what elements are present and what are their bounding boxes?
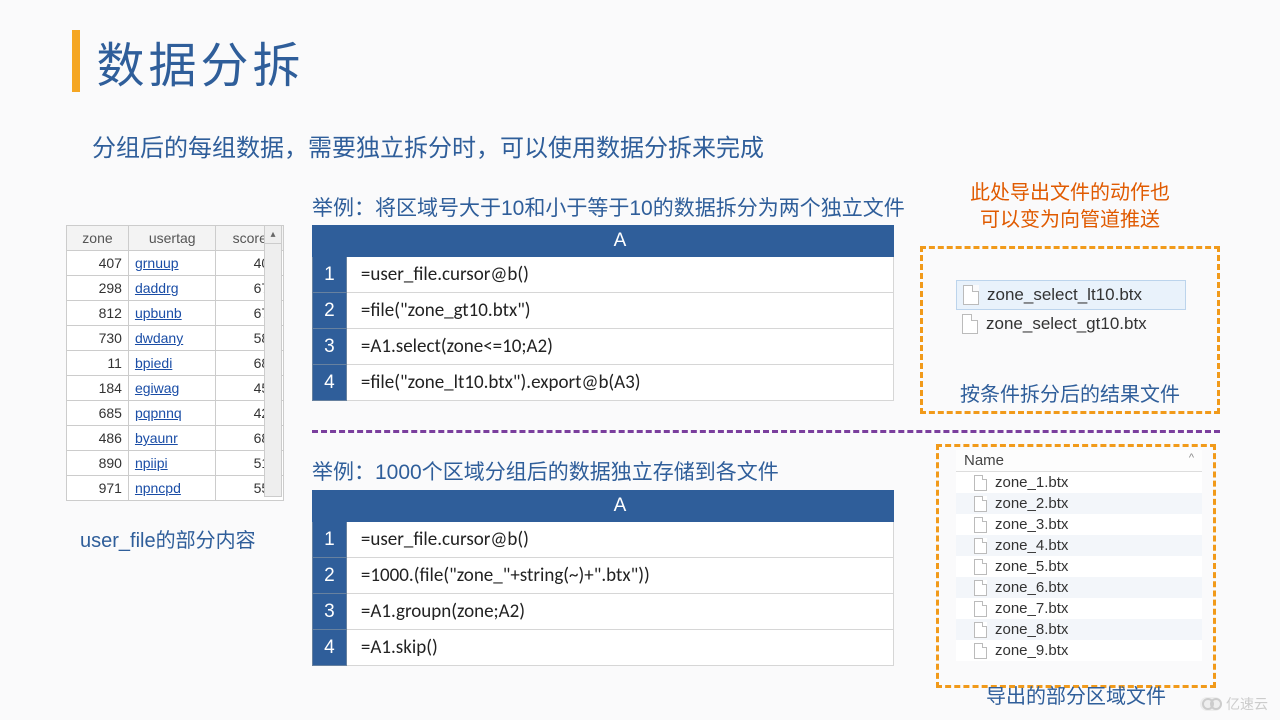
code-cell: =1000.(file("zone_"+string(~)+".btx")): [346, 558, 893, 594]
slide-title: 数据分拆: [72, 26, 304, 96]
col-usertag: usertag: [128, 226, 216, 251]
code-cell: =user_file.cursor@b(): [346, 522, 893, 558]
zone-select-files: zone_select_lt10.btx zone_select_gt10.bt…: [956, 280, 1186, 338]
scroll-up-icon[interactable]: ▴: [265, 226, 281, 244]
file-icon: [974, 538, 987, 554]
exported-files-list: Name^ zone_1.btx zone_2.btx zone_3.btx z…: [956, 450, 1202, 661]
code-col-header: A: [346, 226, 893, 257]
list-item[interactable]: zone_7.btx: [956, 598, 1202, 619]
scrollbar[interactable]: ▴: [264, 225, 282, 497]
list-item[interactable]: zone_5.btx: [956, 556, 1202, 577]
code-col-header: A: [346, 491, 893, 522]
file-item[interactable]: zone_select_lt10.btx: [956, 280, 1186, 310]
code-cell: =file("zone_gt10.btx"): [346, 293, 893, 329]
table-row: 730dwdany587: [67, 326, 284, 351]
table-row: 685pqpnnq420: [67, 401, 284, 426]
zone-select-caption: 按条件拆分后的结果文件: [920, 378, 1220, 407]
title-accent-bar: [72, 30, 80, 92]
watermark: 亿速云: [1200, 694, 1268, 714]
list-item[interactable]: zone_6.btx: [956, 577, 1202, 598]
example1-label: 举例：将区域号大于10和小于等于10的数据拆分为两个独立文件: [312, 192, 905, 222]
file-icon: [974, 475, 987, 491]
table-row: 890npiipi512: [67, 451, 284, 476]
file-item[interactable]: zone_select_gt10.btx: [956, 310, 1186, 338]
sort-icon[interactable]: ^: [1189, 452, 1194, 469]
section-divider: [312, 430, 1220, 433]
subtitle: 分组后的每组数据，需要独立拆分时，可以使用数据分拆来完成: [92, 128, 764, 163]
file-icon: [974, 517, 987, 533]
list-item[interactable]: zone_1.btx: [956, 472, 1202, 493]
filelist-header[interactable]: Name^: [956, 450, 1202, 472]
file-icon: [974, 643, 987, 659]
table-row: 184egiwag455: [67, 376, 284, 401]
file-icon: [974, 601, 987, 617]
list-item[interactable]: zone_3.btx: [956, 514, 1202, 535]
file-icon: [963, 285, 979, 305]
file-icon: [974, 559, 987, 575]
code-cell: =A1.groupn(zone;A2): [346, 594, 893, 630]
sample-data-table: zone usertag score 407grnuup407 298daddr…: [66, 225, 284, 501]
cloud-icon: [1200, 697, 1222, 711]
file-icon: [962, 314, 978, 334]
annotation-export-note: 此处导出文件的动作也 可以变为向管道推送: [920, 180, 1220, 234]
table-row: 812upbunb672: [67, 301, 284, 326]
title-text: 数据分拆: [96, 26, 304, 96]
example2-label: 举例：1000个区域分组后的数据独立存储到各文件: [312, 456, 779, 486]
table-row: 298daddrg679: [67, 276, 284, 301]
code-cell: =A1.skip(): [346, 630, 893, 666]
code-cell: =user_file.cursor@b(): [346, 257, 893, 293]
table-row: 11bpiedi680: [67, 351, 284, 376]
table-row: 486byaunr689: [67, 426, 284, 451]
list-item[interactable]: zone_2.btx: [956, 493, 1202, 514]
table-row: 407grnuup407: [67, 251, 284, 276]
code-cell: =file("zone_lt10.btx").export@b(A3): [346, 365, 893, 401]
file-icon: [974, 496, 987, 512]
list-item[interactable]: zone_4.btx: [956, 535, 1202, 556]
code-cell: =A1.select(zone<=10;A2): [346, 329, 893, 365]
code-table-1: A 1=user_file.cursor@b() 2=file("zone_gt…: [312, 225, 894, 401]
file-icon: [974, 622, 987, 638]
sample-table-caption: user_file的部分内容: [80, 524, 256, 553]
file-icon: [974, 580, 987, 596]
list-item[interactable]: zone_9.btx: [956, 640, 1202, 661]
list-item[interactable]: zone_8.btx: [956, 619, 1202, 640]
table-row: 971npncpd551: [67, 476, 284, 501]
col-zone: zone: [67, 226, 129, 251]
code-table-2: A 1=user_file.cursor@b() 2=1000.(file("z…: [312, 490, 894, 666]
exported-files-caption: 导出的部分区域文件: [936, 680, 1216, 709]
